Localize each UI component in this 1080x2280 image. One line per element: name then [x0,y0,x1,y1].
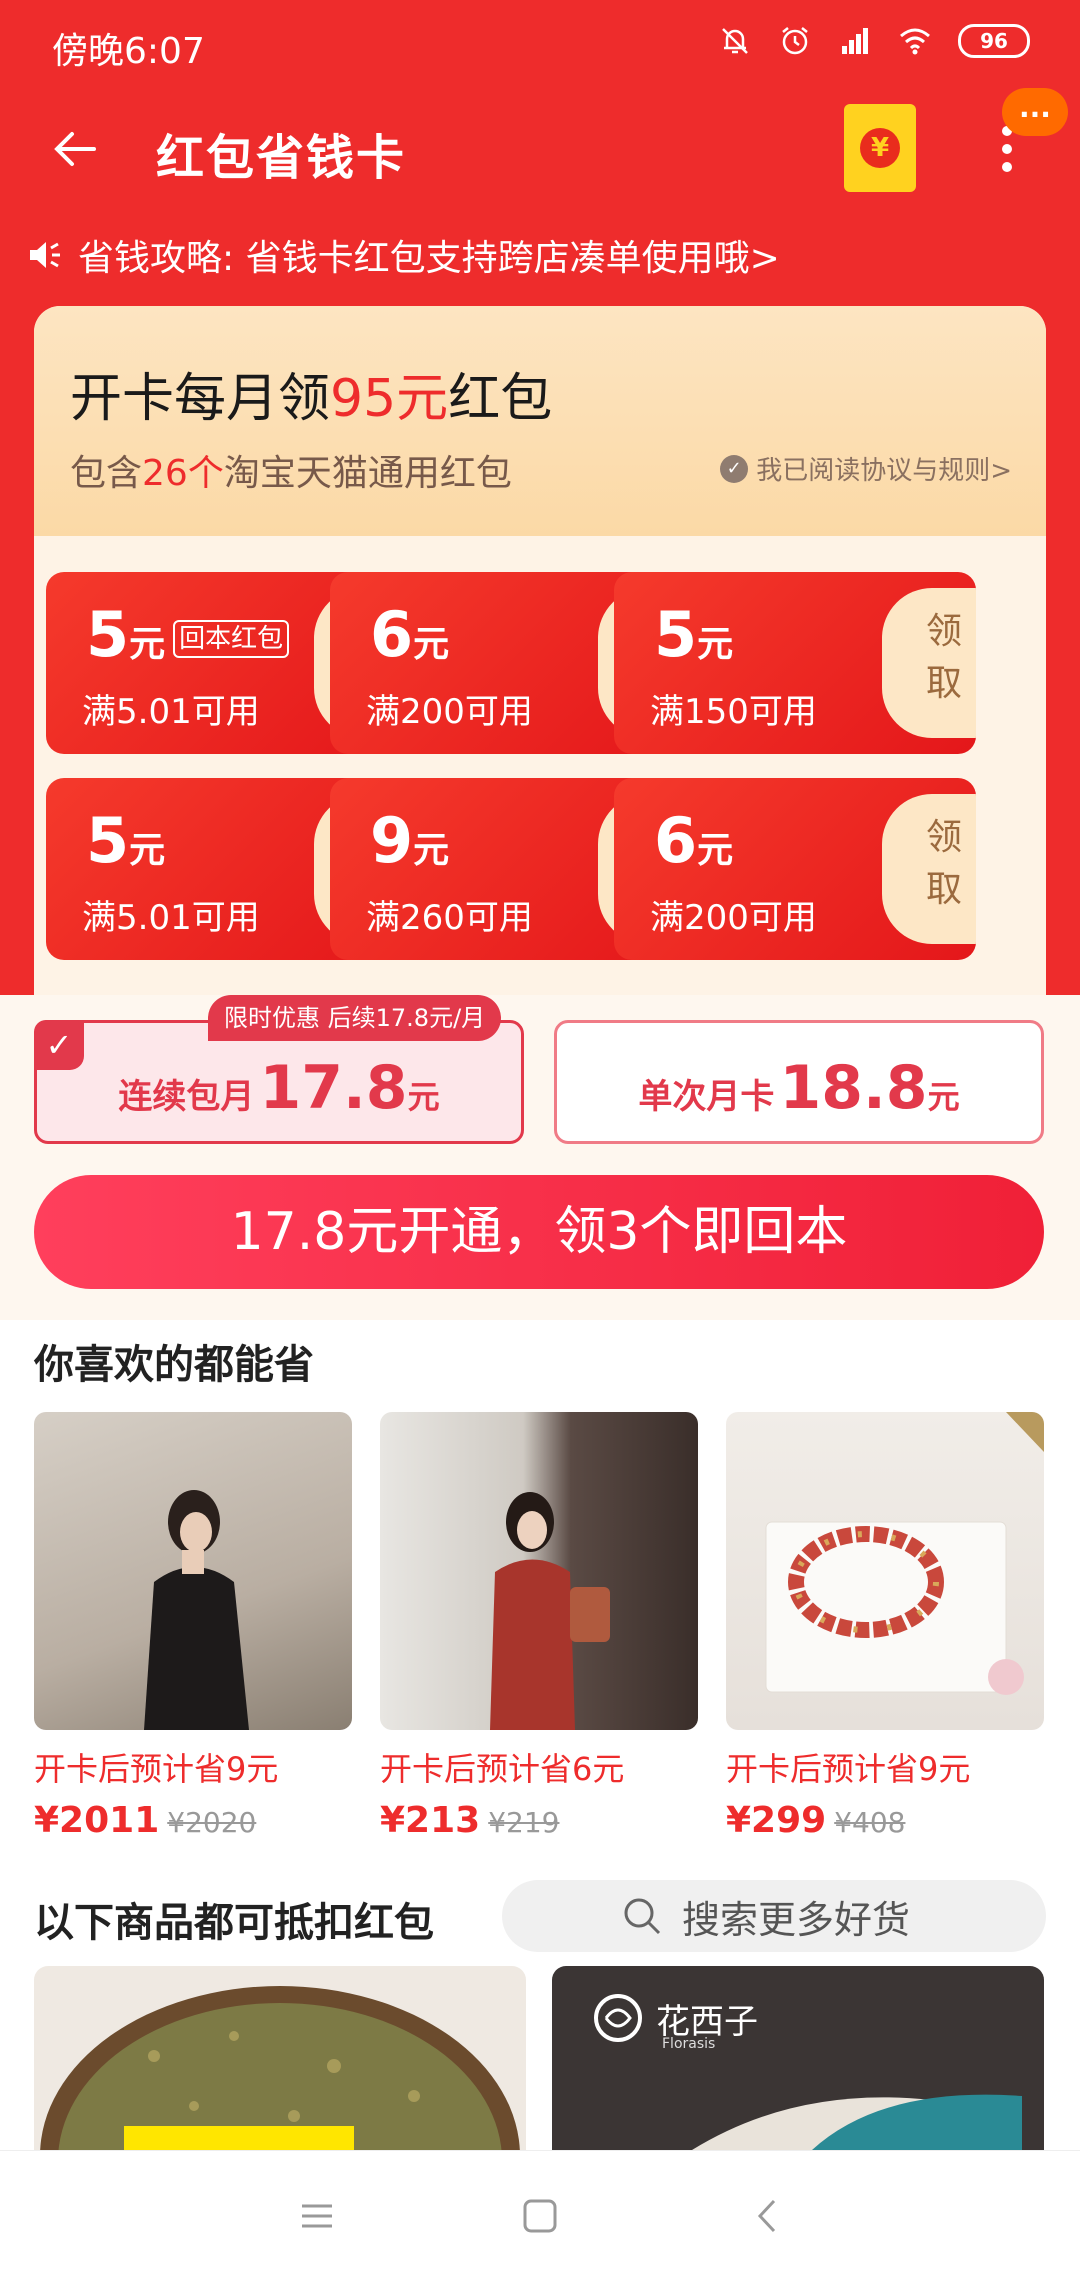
claim-button[interactable]: 领取 [882,588,976,738]
card-title: 开卡每月领95元红包 [70,369,553,429]
notice-text: 省钱攻略: 省钱卡红包支持跨店凑单使用哦> [78,238,780,279]
app-navbar: 红包省钱卡 ¥ ... [0,88,1080,200]
check-circle-icon: ✓ [720,454,749,483]
coupon-count: 26个 [142,453,224,494]
red-packet-button[interactable]: ¥ [844,104,916,192]
back-icon[interactable] [742,2191,792,2241]
mute-bell-icon [722,28,748,54]
coupon-amount: 5 [86,804,130,877]
agreement-link[interactable]: ✓ 我已阅读协议与规则> [720,450,1012,487]
product-price: ¥2011 [34,1800,160,1841]
search-icon [624,1898,661,1935]
coupon-condition: 满150可用 [650,692,817,732]
model-black-dress-image [144,1490,249,1730]
card-subtitle: 包含26个淘宝天猫通用红包 [70,453,512,494]
search-placeholder: 搜索更多好货 [682,1897,911,1942]
page-title: 红包省钱卡 [156,130,407,186]
battery-indicator: 96 [958,24,1030,58]
home-icon[interactable] [515,2191,565,2241]
promo-badge: 限时优惠 后续17.8元/月 [208,995,502,1041]
system-navigation-bar [0,2150,1080,2280]
coupon-card[interactable]: 5元 满150可用 领取 [614,572,976,754]
signal-icon [842,28,868,54]
herbal-tea-image [40,1986,520,2150]
product-card[interactable]: 开卡后预计省6元 ¥213 ¥219 [380,1412,698,1841]
product-savings: 开卡后预计省9元 [34,1750,279,1788]
back-arrow-icon[interactable] [50,124,100,174]
product-image[interactable] [34,1412,352,1730]
product-image[interactable] [380,1412,698,1730]
status-bar: 傍晚6:07 96 [0,0,1080,90]
coupon-condition: 满5.01可用 [82,898,260,938]
status-icons: 96 [718,24,1030,58]
product-tile[interactable] [34,1966,526,2150]
coupon-amount: 5 [86,598,130,671]
product-card[interactable]: 开卡后预计省9元 ¥2011 ¥2020 [34,1412,352,1841]
bracelet-image [765,1412,1044,1695]
plan-single-month[interactable]: 单次月卡 18.8元 [554,1020,1044,1144]
recommend-title: 你喜欢的都能省 [34,1342,314,1388]
notice-bar[interactable]: 省钱攻略: 省钱卡红包支持跨店凑单使用哦> [26,230,780,280]
coupon-condition: 满260可用 [366,898,533,938]
wifi-icon [900,28,930,55]
coupon-amount: 6 [370,598,414,671]
message-badge[interactable]: ... [1002,88,1068,136]
menu-icon[interactable] [292,2191,342,2241]
product-original-price: ¥2020 [167,1806,257,1839]
deduct-title: 以下商品都可抵扣红包 [34,1900,434,1946]
coupon-tag: 回本红包 [173,619,290,658]
search-more-input[interactable]: 搜索更多好货 [502,1880,1046,1952]
plan-price: 17.8 [259,1053,408,1123]
product-card[interactable]: 开卡后预计省9元 ¥299 ¥408 [726,1412,1044,1841]
product-price: ¥213 [380,1800,481,1841]
savings-card: 开卡每月领95元红包 包含26个淘宝天猫通用红包 ✓ 我已阅读协议与规则> 5元回… [34,306,1046,995]
brand-name-en: Florasis [662,2036,716,2052]
claim-button[interactable]: 领取 [882,794,976,944]
alarm-icon [782,27,808,55]
status-time: 傍晚6:07 [52,31,205,72]
coupon-condition: 满200可用 [650,898,817,938]
coupon-amount: 9 [370,804,414,877]
product-image[interactable] [726,1412,1044,1730]
product-price: ¥299 [726,1800,827,1841]
coupon-amount: 6 [654,804,698,877]
product-original-price: ¥219 [488,1806,560,1839]
coupon-card[interactable]: 6元 满200可用 领取 [614,778,976,960]
florasis-product-image [594,1994,1022,2150]
plan-price: 18.8 [779,1053,928,1123]
model-red-dress-image [490,1492,610,1730]
card-header: 开卡每月领95元红包 包含26个淘宝天猫通用红包 ✓ 我已阅读协议与规则> [34,306,1046,536]
monthly-amount: 95元 [330,369,449,429]
product-tile[interactable]: 花西子 Florasis [552,1966,1044,2150]
speaker-icon [30,242,60,268]
coupon-condition: 满200可用 [366,692,533,732]
product-savings: 开卡后预计省6元 [380,1750,625,1788]
activate-button[interactable]: 17.8元开通，领3个即回本 [34,1175,1044,1289]
product-original-price: ¥408 [834,1806,906,1839]
product-savings: 开卡后预计省9元 [726,1750,971,1788]
coupon-amount: 5 [654,598,698,671]
yuan-coin-icon: ¥ [860,128,900,168]
coupon-condition: 满5.01可用 [82,692,260,732]
plan-selector: ✓ 连续包月 17.8元 限时优惠 后续17.8元/月 单次月卡 18.8元 1… [0,995,1080,1320]
